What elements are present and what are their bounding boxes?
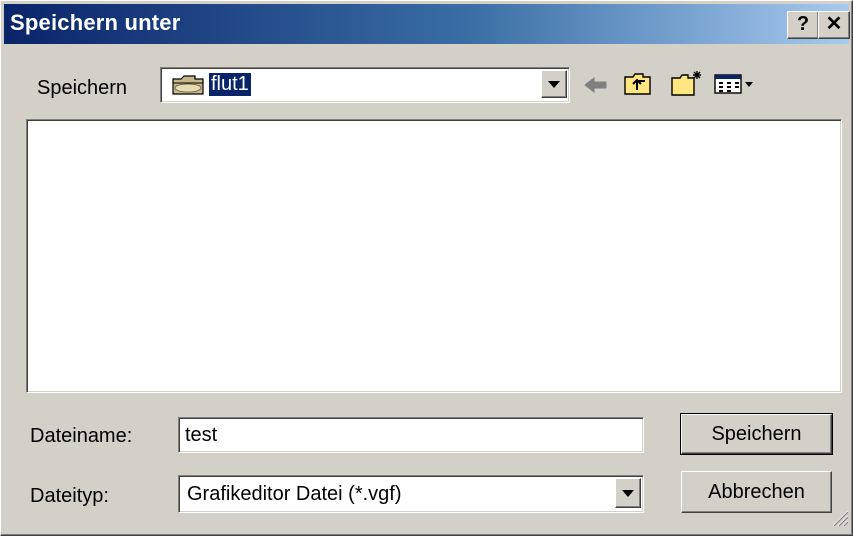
filename-value: test [185, 424, 218, 446]
location-dropdown-button[interactable] [541, 70, 567, 98]
filetype-value: Grafikeditor Datei (*.vgf) [187, 483, 402, 505]
filetype-label: Dateityp: [30, 485, 109, 507]
close-button[interactable]: ✕ [818, 11, 850, 39]
file-list[interactable] [26, 119, 842, 393]
title-bar[interactable]: Speichern unter ? ✕ [4, 4, 850, 44]
filename-label: Dateiname: [30, 425, 133, 447]
location-value: flut1 [208, 72, 252, 97]
up-folder-icon[interactable] [623, 72, 653, 101]
folder-icon [171, 74, 205, 101]
chevron-down-icon [548, 81, 560, 88]
dialog-title: Speichern unter [10, 10, 181, 35]
help-button[interactable]: ? [787, 11, 819, 39]
view-menu-icon[interactable] [713, 73, 757, 100]
save-in-label: Speichern [37, 77, 128, 99]
location-combobox[interactable]: flut1 [160, 67, 570, 103]
filetype-dropdown-button[interactable] [615, 478, 641, 508]
save-button[interactable]: Speichern [680, 413, 833, 455]
cancel-button[interactable]: Abbrechen [681, 471, 832, 513]
filetype-combobox[interactable]: Grafikeditor Datei (*.vgf) [178, 475, 644, 513]
resize-grip-icon[interactable] [831, 509, 849, 532]
chevron-down-icon [622, 490, 634, 497]
save-as-dialog: Speichern unter ? ✕ Speichern flut1 Date… [0, 0, 853, 536]
filename-field[interactable]: test [178, 417, 644, 453]
back-icon[interactable] [583, 75, 609, 100]
new-folder-icon[interactable] [670, 69, 704, 102]
